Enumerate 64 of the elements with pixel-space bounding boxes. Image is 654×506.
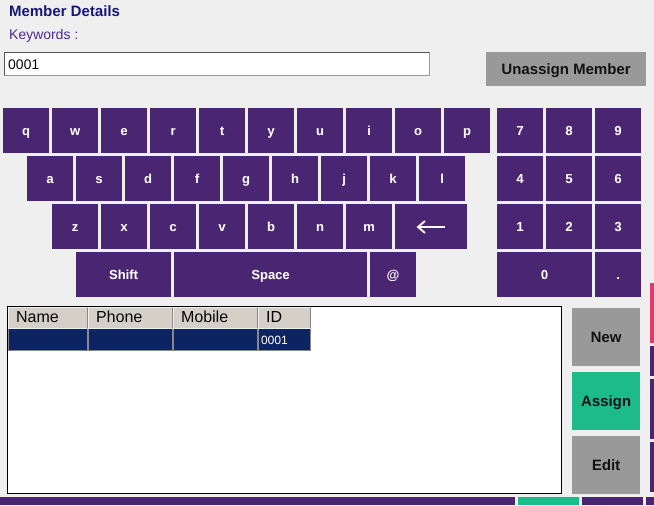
keyboard-key[interactable]: t [199,108,245,153]
keyboard-key[interactable]: h [272,156,318,201]
keyboard-key[interactable]: 4 [497,156,543,201]
keyboard-key[interactable]: s [76,156,122,201]
page-title: Member Details [9,3,120,20]
keyboard-key[interactable]: f [174,156,220,201]
keyboard-key[interactable]: j [321,156,367,201]
keyboard-key[interactable]: 2 [546,204,592,249]
keyboard-key[interactable]: b [248,204,294,249]
keyboard-key[interactable]: e [101,108,147,153]
keyboard-key[interactable]: z [52,204,98,249]
keyboard-key[interactable]: p [444,108,490,153]
keyboard-key[interactable]: r [150,108,196,153]
keyboard-key[interactable]: d [125,156,171,201]
keyboard-key[interactable]: 5 [546,156,592,201]
keyboard-key[interactable]: u [297,108,343,153]
keyboard-key[interactable]: a [27,156,73,201]
keyboard-key[interactable]: 6 [595,156,641,201]
keywords-field[interactable]: 0001 [4,52,430,76]
panel-edge [650,346,654,376]
panel-edge [518,497,580,505]
keyboard-key[interactable]: l [419,156,465,201]
left-arrow-icon [416,220,446,234]
panel-edge [650,283,654,343]
keyboard-key[interactable]: 0 [497,252,592,297]
keyboard-key[interactable]: m [346,204,392,249]
action-button[interactable]: Edit [572,436,640,494]
keyboard-key[interactable]: y [248,108,294,153]
panel-edge [646,497,654,505]
space-key[interactable]: Space [174,252,367,297]
keyboard-key[interactable]: x [101,204,147,249]
table-cell[interactable] [8,329,88,351]
shift-key[interactable]: Shift [76,252,171,297]
action-button[interactable]: Assign [572,372,640,430]
action-button[interactable]: New [572,308,640,366]
table-cell[interactable] [88,329,173,351]
column-header[interactable]: ID [258,307,311,329]
keyboard-key[interactable]: 9 [595,108,641,153]
panel-edge [650,442,654,492]
keyboard-key[interactable]: v [199,204,245,249]
keyboard-key[interactable]: i [346,108,392,153]
keyboard-key[interactable]: @ [370,252,416,297]
keyboard-key[interactable]: g [223,156,269,201]
keyboard-key[interactable]: w [52,108,98,153]
keywords-label: Keywords : [9,26,78,42]
keyboard-key[interactable]: 8 [546,108,592,153]
keyboard-key[interactable]: q [3,108,49,153]
panel-edge [650,379,654,439]
keyboard-key[interactable]: o [395,108,441,153]
keyboard-key[interactable]: k [370,156,416,201]
backspace-key[interactable] [395,204,467,249]
keyboard-key[interactable]: 3 [595,204,641,249]
unassign-member-button[interactable]: Unassign Member [486,52,646,86]
keyboard-key[interactable]: n [297,204,343,249]
panel-edge [582,497,644,505]
keyboard-key[interactable]: 1 [497,204,543,249]
table-cell[interactable]: 0001 [258,329,311,351]
column-header[interactable]: Phone [88,307,173,329]
column-header[interactable]: Mobile [173,307,258,329]
keyboard-key[interactable]: 7 [497,108,543,153]
column-header[interactable]: Name [8,307,88,329]
keyboard-key[interactable]: c [150,204,196,249]
keyboard-key[interactable]: . [595,252,641,297]
table-cell[interactable] [173,329,258,351]
